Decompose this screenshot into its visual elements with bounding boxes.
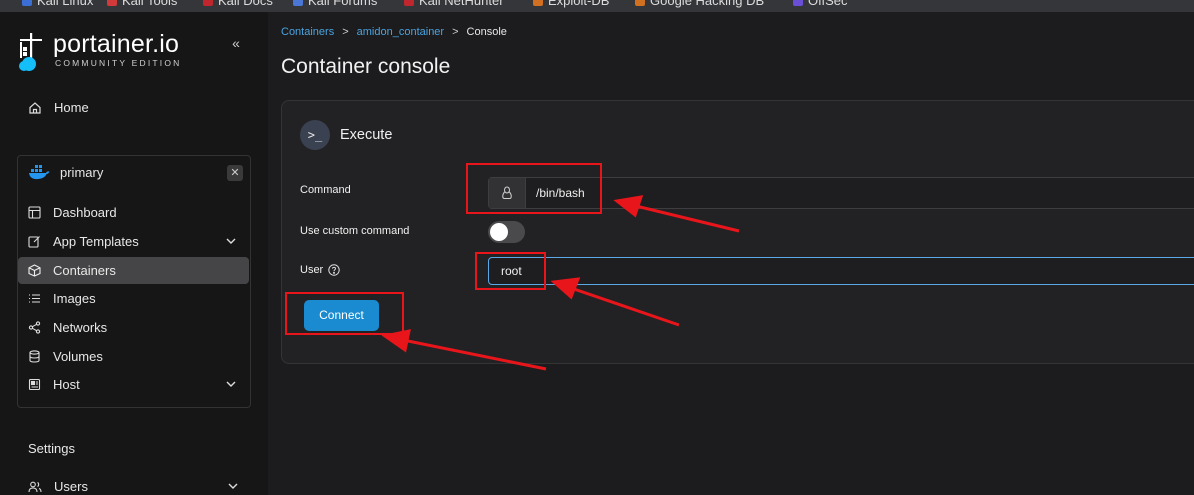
arrow-connect [402,338,547,371]
arrow-head-user [550,277,581,300]
annotation-arrows [381,195,740,371]
arrow-user [570,286,680,327]
arrow-command [635,204,740,233]
arrow-head-command [613,195,644,218]
arrow-head-connect [381,329,411,353]
